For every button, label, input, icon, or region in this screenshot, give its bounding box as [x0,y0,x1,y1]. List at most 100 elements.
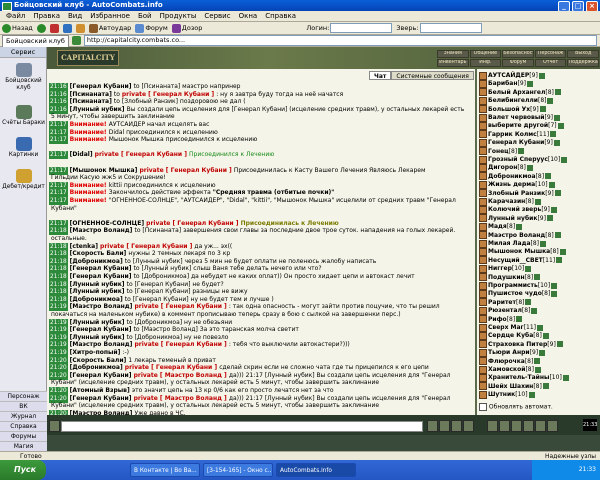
info-icon[interactable] [525,265,532,272]
game-nav-item[interactable]: Форум [502,59,534,67]
player-name[interactable]: Валет червовый [488,114,544,121]
sidebar-link-magic[interactable]: Магия [0,441,47,451]
player-name[interactable]: выберите другой [488,122,548,129]
sidebar-item-pictures[interactable]: Картинки [0,137,47,159]
taskbar-item-autocombats[interactable]: AutoCombats.info [276,463,356,477]
info-icon[interactable] [538,72,545,79]
translit-button[interactable] [451,420,462,432]
sidebar-link-forums[interactable]: Форумы [0,431,47,441]
info-icon[interactable] [534,366,541,373]
player-name[interactable]: Гонец [488,148,509,155]
player-name[interactable]: Несущий__СВЕТ [488,257,543,264]
start-button[interactable]: Пуск [0,460,46,480]
player-name[interactable]: Рюзентал [488,307,522,314]
player-name[interactable]: Злобный Ранзик [488,190,545,197]
player-name[interactable]: Большой Ух [488,106,530,113]
message-nick[interactable]: [Доброникмоа] [70,258,125,265]
info-icon[interactable] [546,215,553,222]
info-icon[interactable] [545,173,552,180]
message-nick[interactable]: [Псинаната] [70,91,114,98]
message-nick[interactable]: [Атомный Взрыв] [70,387,132,394]
message-nick[interactable]: private [ Генерал Кубани ] [100,243,194,250]
info-icon[interactable] [528,391,535,398]
auto-refresh-checkbox[interactable] [479,403,487,411]
taskbar-item-vk[interactable]: В Контакте | Во Ва... [130,463,200,477]
sidebar-item-accounts[interactable]: Счёты Бараки [0,105,47,127]
menu-service[interactable]: Сервис [200,12,234,20]
clear-button[interactable] [463,420,474,432]
player-name[interactable]: Мадя [488,223,507,230]
menu-products[interactable]: Продукты [156,12,201,20]
info-icon[interactable] [550,131,557,138]
info-icon[interactable] [553,114,560,121]
info-icon[interactable] [534,274,541,281]
message-nick[interactable]: private [ Маэстро Воланд ] [134,395,229,402]
info-icon[interactable] [542,332,549,339]
player-name[interactable]: Белый Архангел [488,89,545,96]
message-nick[interactable]: private [ Генерал Кубани ] [134,341,228,348]
player-name[interactable]: Подушкин [488,274,525,281]
info-icon[interactable] [534,358,541,365]
info-icon[interactable] [516,316,523,323]
chat-options-button[interactable] [49,420,60,432]
player-name[interactable]: Пушистое чудо [488,290,542,297]
message-nick[interactable]: [Хитро-попый] [70,349,123,356]
player-name[interactable]: Страховка Питер [488,341,547,348]
player-name[interactable]: Шутник [488,391,515,398]
message-nick[interactable]: [Лунный нубик] [70,106,127,113]
player-name[interactable]: Карачазин [488,198,525,205]
player-name[interactable]: Милая Лада [488,240,531,247]
player-name[interactable]: Рифо [488,316,507,323]
info-icon[interactable] [554,190,561,197]
login-input[interactable] [330,23,393,33]
info-icon[interactable] [516,223,523,230]
player-name[interactable]: Программисть [488,282,538,289]
channel-button[interactable] [511,420,522,432]
player-name[interactable]: Сверх Маг [488,324,524,331]
stop-button[interactable] [49,23,59,33]
info-icon[interactable] [539,106,546,113]
login-field[interactable]: Логин: [306,23,393,33]
message-nick[interactable]: [Доброникмоа] [70,364,125,371]
game-nav-item[interactable]: Поддержка [567,59,599,67]
message-nick[interactable]: [Маэстро Воланд] [70,303,135,310]
settings-button[interactable] [535,420,546,432]
info-icon[interactable] [542,383,549,390]
info-icon[interactable] [559,248,566,255]
player-name[interactable]: Дигорон [488,164,517,171]
game-nav-item[interactable]: Отчет [534,59,567,67]
address-input[interactable]: http://capitalcity.combats.co... [83,35,597,46]
player-name[interactable]: Лунный нубик [488,215,537,222]
info-icon[interactable] [540,240,546,247]
auto-refresh-toggle[interactable]: Обновлять автомат. [479,403,553,411]
message-nick[interactable]: [Маэстро Воланд] [70,341,135,348]
message-nick[interactable]: private [ Генерал Кубани ] [146,220,240,227]
message-nick[interactable]: [Генерал Кубани] [70,395,134,402]
menu-edit[interactable]: Правка [29,12,64,20]
sidebar-link-help[interactable]: Справка [0,421,47,431]
sidebar-item-fight-club[interactable]: Бойцовский клуб [0,63,47,92]
menu-battle[interactable]: Бой [134,12,156,20]
message-nick[interactable]: [Генерал Кубани] [70,265,134,272]
game-nav-item[interactable]: Инвентарь [437,59,469,67]
menu-windows[interactable]: Окна [235,12,262,20]
tab-chat[interactable]: Чат [369,71,392,80]
message-nick[interactable]: [ctenka] [70,243,100,250]
info-icon[interactable] [537,324,544,331]
player-name[interactable]: Раритет [488,299,516,306]
message-nick[interactable]: [Скорость Бали] [70,357,129,364]
home-button[interactable] [75,23,85,33]
menu-favorites[interactable]: Избранное [86,12,134,20]
back-button[interactable]: Назад [2,23,33,33]
player-name[interactable]: Маэстро Воланд [488,232,545,239]
player-name[interactable]: Хранитель-Тайны [488,374,549,381]
sound-button[interactable] [499,420,510,432]
info-icon[interactable] [554,232,561,239]
message-nick[interactable]: [Генерал Кубани] [70,372,134,379]
menu-file[interactable]: Файл [2,12,29,20]
sidebar-item-debit-credit[interactable]: Дебет/кредит [0,169,47,191]
info-icon[interactable] [556,257,563,264]
player-name[interactable]: Тьюри Анри [488,349,530,356]
info-icon[interactable] [539,349,546,356]
info-icon[interactable] [562,374,569,381]
